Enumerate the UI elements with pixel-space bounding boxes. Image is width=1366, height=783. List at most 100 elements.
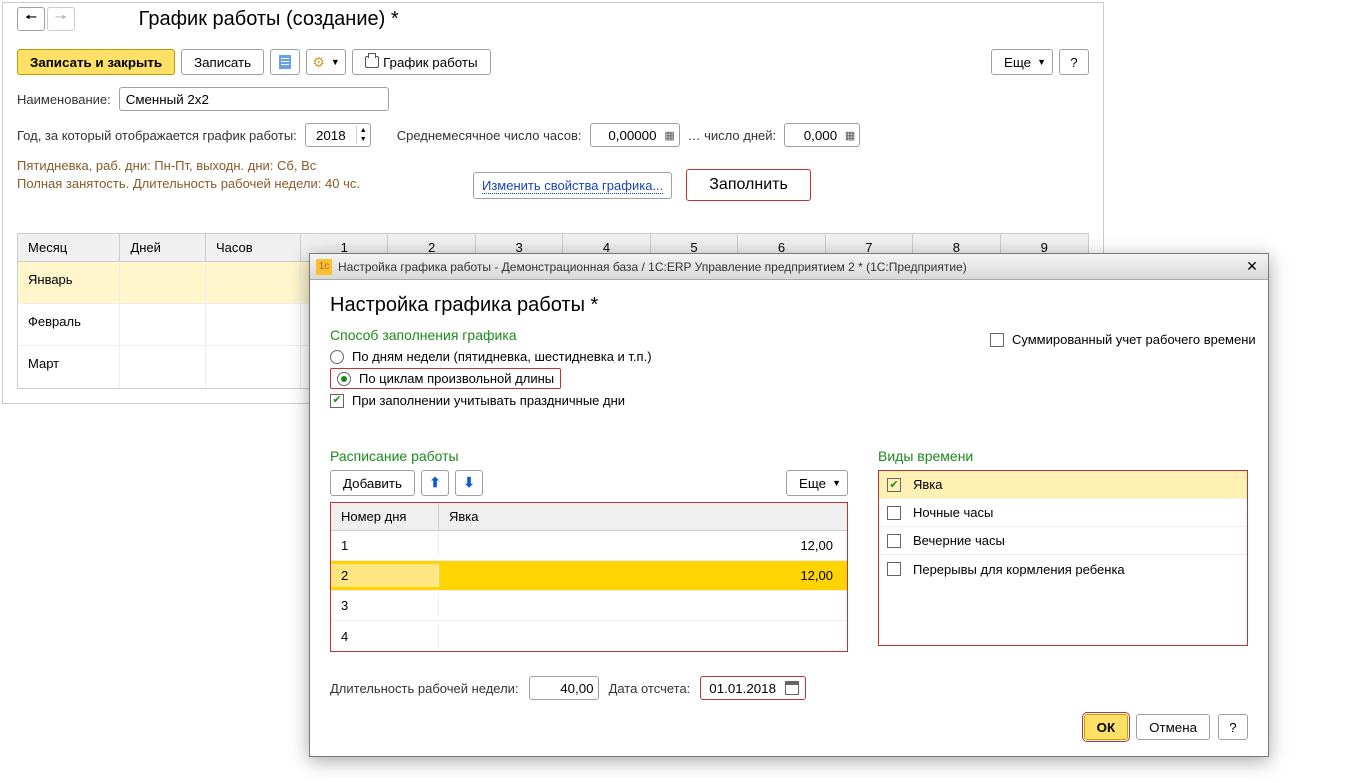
gear-icon: ⚙ (312, 54, 325, 71)
time-type-checkbox[interactable] (887, 534, 901, 548)
fill-button[interactable]: Заполнить (686, 169, 811, 201)
write-and-close-button[interactable]: Записать и закрыть (17, 49, 175, 75)
ok-button[interactable]: ОК (1084, 714, 1129, 740)
sched-val: 12,00 (439, 564, 847, 587)
radio-icon (337, 372, 351, 386)
radio-cycles-label: По циклам произвольной длины (359, 371, 554, 386)
start-date-label: Дата отсчета: (609, 681, 691, 696)
change-properties-label: Изменить свойства графика... (482, 178, 663, 194)
avg-days-field[interactable]: ▦ (784, 123, 860, 147)
month-cell: Январь (18, 262, 120, 303)
app-icon: 1c (316, 259, 332, 275)
add-row-button[interactable]: Добавить (330, 470, 415, 496)
week-length-input[interactable] (536, 680, 596, 697)
main-toolbar: Записать и закрыть Записать ⚙▼ График ра… (17, 49, 1089, 75)
calculator-icon[interactable]: ▦ (843, 128, 857, 142)
avg-hours-field[interactable]: ▦ (590, 123, 680, 147)
more-label: Еще (799, 476, 826, 491)
more-button[interactable]: Еще ▼ (991, 49, 1053, 75)
calculator-icon[interactable]: ▦ (663, 128, 677, 142)
move-down-button[interactable]: ⬇ (455, 470, 483, 496)
chevron-down-icon: ▼ (832, 478, 841, 488)
sched-val: 12,00 (439, 534, 847, 557)
year-input[interactable] (306, 125, 356, 145)
dialog-window-title: Настройка графика работы - Демонстрацион… (338, 260, 1242, 274)
time-types-title: Виды времени (878, 448, 1248, 464)
sched-num: 4 (331, 625, 439, 648)
sched-num: 3 (331, 594, 439, 617)
dialog-help-button[interactable]: ? (1218, 714, 1248, 740)
schedule-table: Номер дня Явка 1 12,00 2 12,00 3 (330, 502, 848, 652)
name-input[interactable] (119, 87, 389, 111)
col-hours: Часов (206, 234, 301, 261)
start-date-field[interactable] (700, 676, 806, 700)
time-type-night[interactable]: Ночные часы (879, 499, 1247, 527)
summed-time-checkbox[interactable] (990, 333, 1004, 347)
time-type-checkbox[interactable] (887, 506, 901, 520)
holidays-checkbox-row[interactable]: При заполнении учитывать праздничные дни (330, 393, 1248, 408)
schedule-more-button[interactable]: Еще ▼ (786, 470, 848, 496)
print-schedule-label: График работы (383, 55, 478, 70)
radio-icon (330, 350, 344, 364)
month-cell: Март (18, 346, 120, 388)
sched-val (439, 602, 847, 610)
close-button[interactable]: ✕ (1242, 258, 1262, 276)
sched-col-num: Номер дня (331, 503, 439, 530)
page-title: График работы (создание) * (139, 8, 399, 31)
chevron-down-icon: ▼ (1037, 57, 1046, 67)
avg-hours-label: Среднемесячное число часов: (397, 128, 582, 143)
sched-row-3[interactable]: 3 (331, 591, 847, 621)
year-down[interactable]: ▼ (357, 135, 370, 144)
list-icon (279, 55, 291, 69)
sched-row-4[interactable]: 4 (331, 621, 847, 651)
time-type-attendance[interactable]: Явка (879, 471, 1247, 499)
avg-days-input[interactable] (791, 127, 839, 144)
time-type-feeding-breaks[interactable]: Перерывы для кормления ребенка (879, 555, 1247, 583)
schedule-title: Расписание работы (330, 448, 848, 464)
dialog-titlebar[interactable]: 1c Настройка графика работы - Демонстрац… (310, 254, 1268, 280)
move-up-button[interactable]: ⬆ (421, 470, 449, 496)
time-types-list: Явка Ночные часы Вечерние часы Перерывы … (878, 470, 1248, 646)
settings-dropdown-button[interactable]: ⚙▼ (306, 49, 346, 75)
week-length-label: Длительность рабочей недели: (330, 681, 519, 696)
avg-hours-input[interactable] (597, 127, 659, 144)
time-type-evening[interactable]: Вечерние часы (879, 527, 1247, 555)
cancel-button[interactable]: Отмена (1136, 714, 1210, 740)
year-spinner[interactable]: ▲▼ (305, 123, 371, 147)
help-button[interactable]: ? (1059, 49, 1089, 75)
holidays-checkbox[interactable] (330, 394, 344, 408)
year-up[interactable]: ▲ (357, 126, 370, 135)
calendar-icon[interactable] (785, 681, 799, 695)
month-cell: Февраль (18, 304, 120, 345)
list-view-button[interactable] (270, 49, 300, 75)
time-type-checkbox[interactable] (887, 562, 901, 576)
sched-row-2[interactable]: 2 12,00 (331, 561, 847, 591)
week-length-field[interactable] (529, 676, 599, 700)
name-label: Наименование: (17, 92, 111, 107)
radio-by-weekdays[interactable]: По дням недели (пятидневка, шестидневка … (330, 349, 1248, 364)
sched-val (439, 632, 847, 640)
time-type-checkbox[interactable] (887, 478, 901, 492)
sched-row-1[interactable]: 1 12,00 (331, 531, 847, 561)
year-label: Год, за который отображается график рабо… (17, 128, 297, 143)
print-schedule-button[interactable]: График работы (352, 49, 491, 75)
change-properties-link[interactable]: Изменить свойства графика... (473, 172, 672, 199)
col-month: Месяц (18, 234, 120, 261)
chevron-down-icon: ▼ (331, 57, 340, 67)
schedule-settings-dialog: 1c Настройка графика работы - Демонстрац… (309, 253, 1269, 757)
nav-forward-button: 🠖 (47, 7, 75, 31)
time-type-label: Явка (913, 477, 943, 492)
nav-back-button[interactable]: 🠔 (17, 7, 45, 31)
col-days: Дней (120, 234, 206, 261)
sched-num: 2 (331, 564, 439, 587)
sched-col-att: Явка (439, 503, 847, 530)
radio-by-cycles[interactable]: По циклам произвольной длины (330, 368, 1248, 389)
time-type-label: Ночные часы (913, 505, 993, 520)
sched-num: 1 (331, 534, 439, 557)
write-button[interactable]: Записать (181, 49, 264, 75)
start-date-input[interactable] (707, 680, 785, 697)
avg-days-label: … число дней: (688, 128, 777, 143)
holidays-label: При заполнении учитывать праздничные дни (352, 393, 625, 408)
time-type-label: Вечерние часы (913, 533, 1005, 548)
more-label: Еще (1004, 55, 1031, 70)
